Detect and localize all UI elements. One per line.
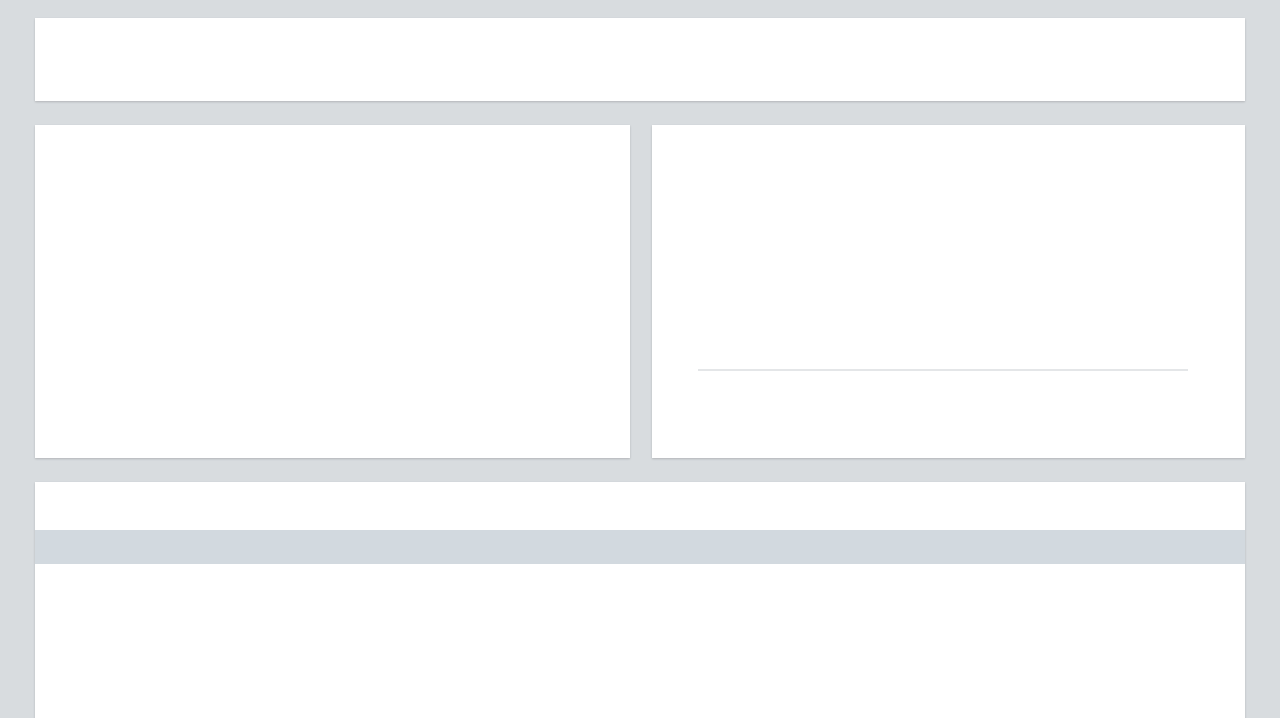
bar-chart-baseline bbox=[698, 369, 1188, 371]
statuses-panel bbox=[652, 125, 1245, 458]
courses-panel bbox=[35, 482, 1245, 718]
donut-chart[interactable] bbox=[59, 182, 303, 426]
summary-panel bbox=[35, 18, 1245, 101]
donut-svg bbox=[59, 182, 303, 426]
courses-table-header bbox=[35, 530, 1245, 564]
participation-panel bbox=[35, 125, 630, 458]
bar-chart-plot[interactable] bbox=[705, 219, 1180, 369]
